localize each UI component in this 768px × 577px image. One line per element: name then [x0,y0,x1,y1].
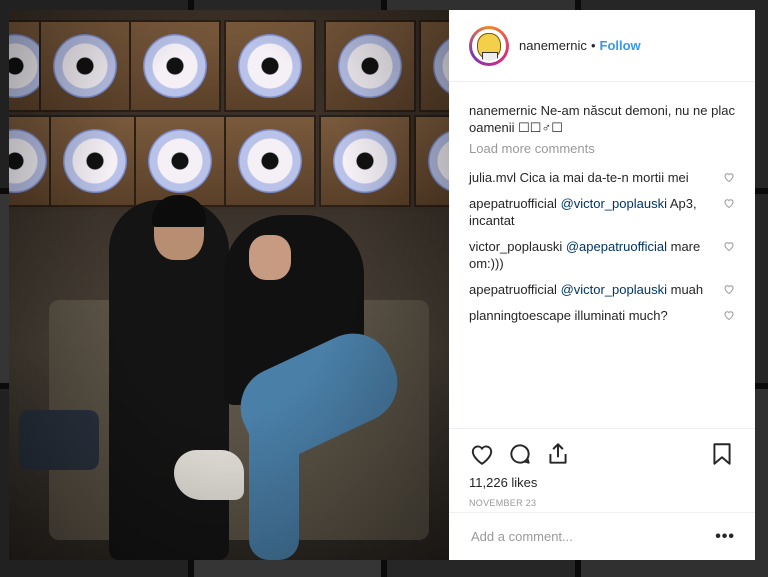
add-comment-input[interactable] [469,528,716,545]
more-options-button[interactable]: ••• [715,528,735,546]
heart-icon[interactable] [723,240,735,252]
comment-item: apepatruofficial @victor_poplauski muah [469,281,735,298]
post-caption: nanemernic Ne-am născut demoni, nu ne pl… [469,102,735,136]
heart-icon[interactable] [723,171,735,183]
caption-username[interactable]: nanemernic [469,103,537,118]
post-header: nanemernic • Follow [449,10,755,82]
comments-list[interactable]: nanemernic Ne-am născut demoni, nu ne pl… [449,82,755,437]
follow-button[interactable]: Follow [600,38,641,53]
comment-username[interactable]: apepatruofficial [469,282,557,297]
comment-item: victor_poplauski @apepatruofficial mare … [469,238,735,272]
avatar[interactable] [469,25,509,66]
comment-icon[interactable] [507,441,533,467]
post-photo[interactable] [9,10,449,560]
add-comment-bar: ••• [449,512,755,560]
post-modal: nanemernic • Follow nanemernic Ne-am năs… [9,10,755,560]
comment-username[interactable]: julia.mvl [469,170,516,185]
heart-icon[interactable] [723,283,735,295]
heart-icon[interactable] [723,197,735,209]
comment-mention[interactable]: @victor_poplauski [561,196,667,211]
comment-item: planningtoescape illuminati much? [469,307,735,324]
comment-mention[interactable]: @apepatruofficial [566,239,667,254]
likes-count[interactable]: 11,226 likes [469,475,735,490]
heart-icon[interactable] [723,309,735,321]
post-actions: 11,226 likes NOVEMBER 23 [449,428,755,508]
comment-username[interactable]: apepatruofficial [469,196,557,211]
post-sidebar: nanemernic • Follow nanemernic Ne-am năs… [449,10,755,560]
username-link[interactable]: nanemernic [519,38,587,53]
bookmark-icon[interactable] [709,441,735,467]
separator-dot: • [590,38,596,53]
comment-mention[interactable]: @victor_poplauski [561,282,667,297]
comment-item: apepatruofficial @victor_poplauski Ap3, … [469,195,735,229]
load-more-comments-button[interactable]: Load more comments [469,140,735,157]
comment-item: julia.mvl Cica ia mai da-te-n mortii mei [469,169,735,186]
share-icon[interactable] [545,441,571,467]
heart-icon[interactable] [469,441,495,467]
post-date[interactable]: NOVEMBER 23 [469,498,735,508]
comment-text: illuminati much? [574,308,668,323]
avatar-cartoon-icon [477,32,501,61]
comment-text: muah [670,282,704,297]
comment-text: Cica ia mai da-te-n mortii mei [519,170,689,185]
comment-username[interactable]: victor_poplauski [469,239,562,254]
comment-username[interactable]: planningtoescape [469,308,571,323]
